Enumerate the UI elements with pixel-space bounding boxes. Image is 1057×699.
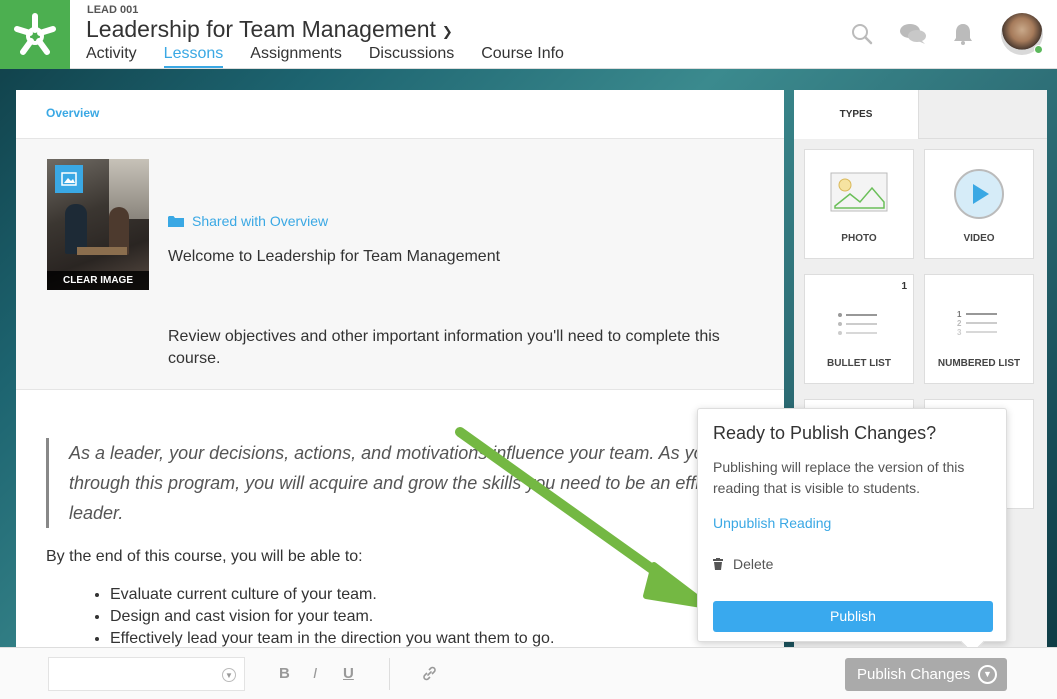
intro-section: CLEAR IMAGE Shared with Overview Welcome… — [16, 139, 784, 390]
chevron-down-icon: ▼ — [978, 665, 997, 684]
tile-photo[interactable]: PHOTO — [804, 149, 914, 259]
tab-discussions[interactable]: Discussions — [369, 45, 454, 68]
course-code: LEAD 001 — [87, 4, 139, 16]
trash-icon — [713, 558, 723, 570]
text-style-select[interactable]: ▼ — [48, 657, 245, 691]
link-icon[interactable] — [421, 665, 438, 682]
tab-course-info[interactable]: Course Info — [481, 45, 564, 68]
publish-button[interactable]: Publish — [713, 601, 993, 632]
editor-toolbar: ▼ B I U Publish Changes ▼ — [0, 647, 1057, 699]
course-title-dropdown[interactable]: Leadership for Team Management ❯ — [86, 16, 453, 43]
asterisk-logo-icon — [14, 12, 56, 55]
tab-secondary[interactable] — [919, 90, 1047, 139]
intro-title[interactable]: Welcome to Leadership for Team Managemen… — [168, 248, 500, 266]
chat-icon[interactable] — [899, 22, 927, 46]
bell-icon[interactable] — [951, 22, 975, 46]
count-badge: 1 — [901, 281, 907, 292]
list-item: Evaluate current culture of your team. — [110, 584, 754, 606]
objectives-list: Evaluate current culture of your team. D… — [46, 584, 754, 650]
shared-label: Shared with Overview — [192, 213, 329, 229]
intro-description[interactable]: Review objectives and other important in… — [168, 326, 748, 370]
tab-activity[interactable]: Activity — [86, 45, 137, 68]
popover-title: Ready to Publish Changes? — [713, 423, 937, 443]
course-title: Leadership for Team Management — [86, 16, 436, 42]
popover-description: Publishing will replace the version of t… — [713, 459, 965, 496]
publish-changes-button[interactable]: Publish Changes ▼ — [845, 658, 1007, 691]
course-nav: Activity Lessons Assignments Discussions… — [86, 45, 591, 68]
objectives-lead: By the end of this course, you will be a… — [46, 548, 363, 565]
numbered-list-icon: 1 2 3 — [957, 310, 997, 337]
svg-text:1: 1 — [957, 310, 962, 319]
list-item: Design and cast vision for your team. — [110, 606, 754, 628]
tile-label: PHOTO — [841, 233, 877, 244]
online-status-dot — [1034, 45, 1043, 54]
clear-image-button[interactable]: CLEAR IMAGE — [47, 271, 149, 290]
cover-image[interactable]: CLEAR IMAGE — [47, 159, 149, 290]
tile-label: BULLET LIST — [827, 358, 891, 369]
photo-icon — [830, 172, 888, 212]
svg-text:2: 2 — [957, 319, 962, 328]
delete-button[interactable]: Delete — [713, 556, 773, 572]
shared-with-link[interactable]: Shared with Overview — [168, 213, 328, 229]
svg-text:3: 3 — [957, 328, 962, 337]
tile-bullet-list[interactable]: 1 BULLET LIST — [804, 274, 914, 384]
chevron-down-icon: ▼ — [222, 668, 236, 682]
publish-popover: Ready to Publish Changes? Publishing wil… — [697, 408, 1007, 642]
bullet-list-icon — [838, 313, 877, 335]
publish-changes-label: Publish Changes — [857, 666, 971, 683]
search-icon[interactable] — [850, 22, 874, 46]
tile-label: VIDEO — [963, 233, 995, 244]
bold-button[interactable]: B — [279, 665, 290, 682]
video-icon — [954, 169, 1004, 219]
italic-button[interactable]: I — [313, 665, 317, 682]
chevron-down-icon: ❯ — [441, 23, 453, 39]
tile-video[interactable]: VIDEO — [924, 149, 1034, 259]
tile-label: NUMBERED LIST — [937, 358, 1021, 369]
reading-body[interactable]: As a leader, your decisions, actions, an… — [16, 390, 784, 650]
breadcrumb[interactable]: Overview — [16, 90, 784, 139]
delete-label: Delete — [733, 556, 774, 572]
folder-icon — [168, 215, 184, 227]
image-upload-icon[interactable] — [55, 165, 83, 193]
lesson-content: Overview CLEAR IMAGE Shared with Overvie… — [16, 90, 784, 650]
toolbar-divider — [389, 658, 390, 690]
app-header: LEAD 001 Leadership for Team Management … — [0, 0, 1057, 69]
tab-assignments[interactable]: Assignments — [250, 45, 342, 68]
tab-types[interactable]: TYPES — [794, 90, 919, 139]
unpublish-reading-link[interactable]: Unpublish Reading — [713, 515, 831, 531]
tab-lessons[interactable]: Lessons — [163, 45, 224, 68]
app-logo[interactable] — [0, 0, 70, 69]
tile-numbered-list[interactable]: 1 2 3 NUMBERED LIST — [924, 274, 1034, 384]
quote-block: As a leader, your decisions, actions, an… — [46, 438, 766, 528]
underline-button[interactable]: U — [343, 665, 354, 682]
types-tabs: TYPES — [794, 90, 1047, 139]
